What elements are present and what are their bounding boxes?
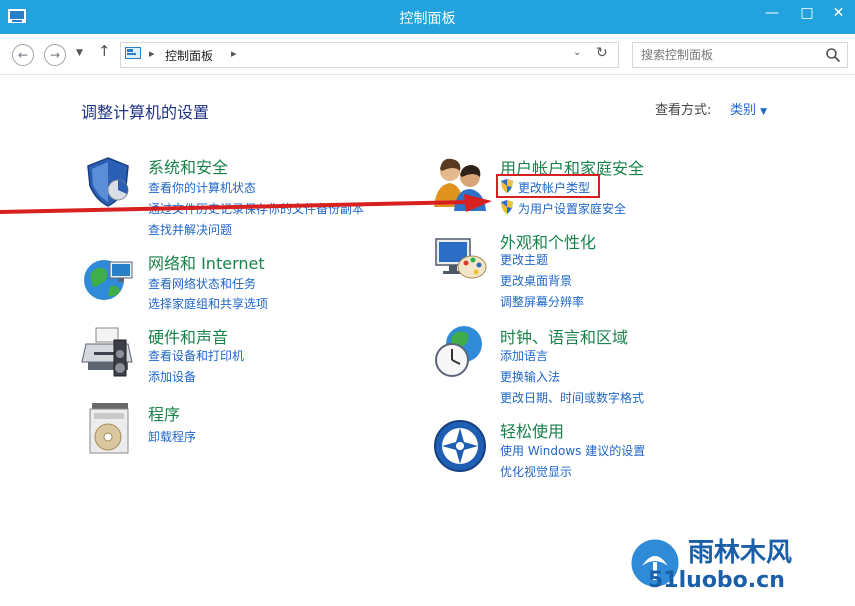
search-icon[interactable]	[825, 47, 841, 63]
minimize-button[interactable]: —	[755, 0, 789, 26]
link-network-status[interactable]: 查看网络状态和任务	[148, 275, 256, 292]
link-devices-printers[interactable]: 查看设备和打印机	[148, 347, 244, 364]
close-button[interactable]: ✕	[822, 0, 855, 26]
breadcrumb-separator-icon[interactable]: ▸	[231, 47, 237, 60]
category-title[interactable]: 硬件和声音	[148, 324, 228, 348]
link-change-input-method[interactable]: 更换输入法	[500, 368, 560, 385]
link-label: 为用户设置家庭安全	[518, 202, 627, 216]
breadcrumb-separator-icon[interactable]: ▸	[149, 47, 155, 60]
clock-globe-icon	[435, 326, 482, 377]
category-title[interactable]: 程序	[148, 401, 180, 425]
monitor-palette-icon	[435, 238, 487, 279]
watermark: 雨林木风 51luobo.cn	[628, 532, 852, 602]
address-box[interactable]: ▸ 控制面板 ▸ ⌄ ↻	[120, 42, 619, 68]
network-globe-icon	[84, 260, 133, 300]
view-by-value: 类别	[730, 103, 757, 118]
view-by-label: 查看方式:	[655, 103, 712, 118]
recent-pages-chevron-icon[interactable]: ▼	[76, 48, 83, 58]
link-add-language[interactable]: 添加语言	[500, 347, 548, 364]
forward-button[interactable]: →	[44, 44, 66, 66]
view-by-dropdown[interactable]: 类别 ▼	[730, 99, 767, 118]
title-bar: 控制面板 — □ ✕	[0, 0, 855, 34]
link-add-device[interactable]: 添加设备	[148, 368, 196, 385]
link-windows-recommended-settings[interactable]: 使用 Windows 建议的设置	[500, 442, 645, 459]
link-change-theme[interactable]: 更改主题	[500, 251, 548, 268]
window-title: 控制面板	[399, 11, 456, 27]
up-arrow-icon[interactable]: ↑	[98, 42, 111, 60]
watermark-site: 51luobo.cn	[648, 568, 785, 593]
category-title[interactable]: 轻松使用	[500, 418, 564, 442]
search-input[interactable]	[639, 45, 823, 65]
category-title[interactable]: 网络和 Internet	[148, 250, 265, 274]
ease-of-access-icon	[434, 420, 486, 472]
refresh-icon[interactable]: ↻	[596, 45, 608, 61]
printer-icon	[81, 327, 133, 377]
page-heading: 调整计算机的设置	[81, 103, 210, 122]
link-homegroup-sharing[interactable]: 选择家庭组和共享选项	[148, 295, 268, 312]
address-dropdown-icon[interactable]: ⌄	[573, 47, 581, 58]
link-optimize-visual-display[interactable]: 优化视觉显示	[500, 463, 572, 480]
link-screen-resolution[interactable]: 调整屏幕分辨率	[500, 293, 584, 310]
maximize-button[interactable]: □	[790, 0, 824, 26]
category-title[interactable]: 时钟、语言和区域	[500, 324, 628, 348]
link-desktop-background[interactable]: 更改桌面背景	[500, 272, 572, 289]
control-panel-crumb-icon	[125, 47, 141, 59]
address-bar: ← → ▼ ↑ ▸ 控制面板 ▸ ⌄ ↻	[0, 34, 855, 75]
back-button[interactable]: ←	[12, 44, 34, 66]
breadcrumb-control-panel[interactable]: 控制面板	[165, 47, 213, 64]
view-by-chevron-icon: ▼	[760, 107, 768, 117]
link-uninstall-program[interactable]: 卸载程序	[148, 428, 196, 445]
search-box	[632, 42, 848, 68]
category-title[interactable]: 外观和个性化	[500, 229, 596, 253]
category-title[interactable]: 系统和安全	[148, 154, 228, 178]
programs-disc-icon	[89, 403, 129, 454]
watermark-brand: 雨林木风	[688, 538, 793, 568]
link-date-time-format[interactable]: 更改日期、时间或数字格式	[500, 389, 644, 406]
annotation-arrow-icon	[0, 194, 492, 214]
